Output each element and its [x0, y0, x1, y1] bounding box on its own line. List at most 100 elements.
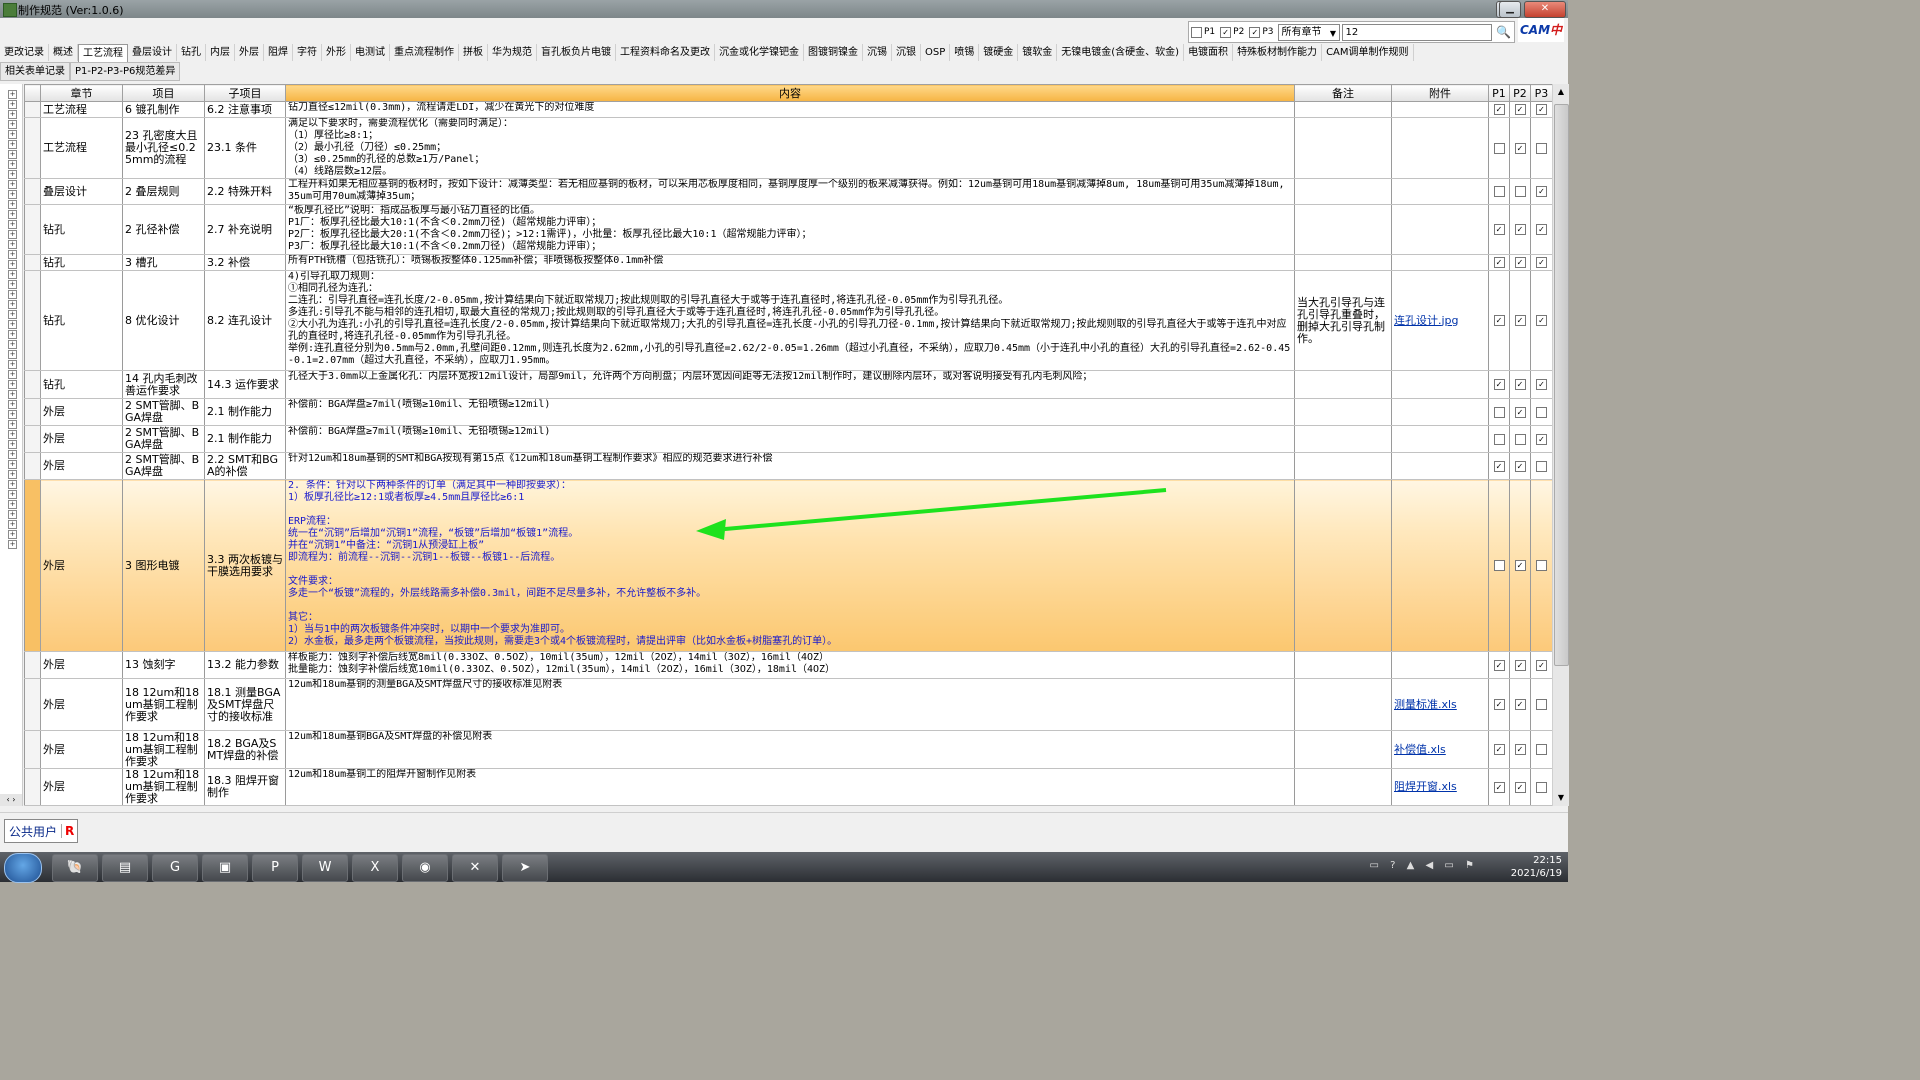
cell-p3[interactable]	[1530, 479, 1552, 652]
cell-p1[interactable]	[1488, 398, 1510, 426]
taskbar-app-word[interactable]: W	[302, 854, 348, 882]
cell-item[interactable]: 18 12um和18um基铜工程制作要求	[122, 730, 205, 769]
cell-p2[interactable]: ✓	[1509, 398, 1531, 426]
cell-remark[interactable]	[1294, 425, 1392, 453]
table-row[interactable]: 工艺流程 6 镀孔制作 6.2 注意事项 钻刀直径≤12mil(0.3mm)，流程请走…	[24, 101, 1552, 118]
taskbar-app-shell[interactable]: 🐚	[52, 854, 98, 882]
table-row[interactable]: 外层 3 图形电镀 3.3 两次板镀与干膜选用要求 2. 条件：针对以下两种条件的订单…	[24, 479, 1552, 652]
cell-attachment[interactable]	[1391, 254, 1489, 271]
expand-icon[interactable]: +	[8, 470, 17, 479]
p2-checkbox[interactable]: ✓	[1514, 142, 1526, 154]
expand-icon[interactable]: +	[8, 350, 17, 359]
row-selector[interactable]	[24, 730, 41, 769]
p2-checkbox[interactable]: ✓	[1220, 26, 1232, 38]
tab-25[interactable]: 电镀面积	[1184, 44, 1234, 61]
table-row[interactable]: 钻孔 14 孔内毛刺改善运作要求 14.3 运作要求 孔径大于3.0mm以上金属化孔：…	[24, 370, 1552, 399]
cell-attachment[interactable]	[1391, 101, 1489, 118]
p3-filter[interactable]: ✓ P3	[1249, 26, 1273, 38]
cell-chapter[interactable]: 叠层设计	[40, 178, 123, 205]
tab-11[interactable]: 重点流程制作	[390, 44, 459, 61]
cell-p1[interactable]	[1488, 425, 1510, 453]
expand-icon[interactable]: +	[8, 500, 17, 509]
table-row[interactable]: 叠层设计 2 叠层规则 2.2 特殊开料 工程开料如果无相应基铜的板材时，按如下设计：…	[24, 178, 1552, 205]
scroll-up-icon[interactable]: ▲	[1553, 84, 1569, 100]
cell-p3[interactable]: ✓	[1530, 270, 1552, 371]
cell-chapter[interactable]: 工艺流程	[40, 117, 123, 179]
tab-2[interactable]: 工艺流程	[78, 44, 128, 63]
cell-chapter[interactable]: 外层	[40, 678, 123, 731]
expand-icon[interactable]: +	[8, 340, 17, 349]
row-selector[interactable]	[24, 178, 41, 205]
cell-attachment[interactable]	[1391, 479, 1489, 652]
p2-checkbox[interactable]: ✓	[1514, 315, 1526, 326]
vertical-scrollbar[interactable]: ▲ ▼	[1552, 84, 1569, 806]
cell-p2[interactable]: ✓	[1509, 452, 1531, 480]
tab-9[interactable]: 外形	[322, 44, 351, 61]
row-selector[interactable]	[24, 270, 41, 371]
cell-p1[interactable]: ✓	[1488, 730, 1510, 769]
column-chapter[interactable]: 章节	[40, 84, 123, 102]
cell-remark[interactable]	[1294, 254, 1392, 271]
p2-checkbox[interactable]: ✓	[1514, 257, 1526, 268]
cell-p3[interactable]	[1530, 678, 1552, 731]
cell-item[interactable]: 2 孔径补偿	[122, 204, 205, 255]
tab-3[interactable]: 叠层设计	[128, 44, 177, 61]
p2-checkbox[interactable]: ✓	[1514, 699, 1526, 710]
cell-p3[interactable]	[1530, 398, 1552, 426]
cell-item[interactable]: 3 槽孔	[122, 254, 205, 271]
expand-icon[interactable]: +	[8, 220, 17, 229]
row-selector[interactable]	[24, 651, 41, 679]
expand-icon[interactable]: +	[8, 160, 17, 169]
cell-p1[interactable]: ✓	[1488, 254, 1510, 271]
p1-checkbox[interactable]: ✓	[1493, 659, 1505, 671]
row-selector[interactable]	[24, 425, 41, 453]
cell-p1[interactable]	[1488, 178, 1510, 205]
cell-p2[interactable]: ✓	[1509, 678, 1531, 731]
cell-remark[interactable]	[1294, 768, 1392, 806]
cell-item[interactable]: 18 12um和18um基铜工程制作要求	[122, 678, 205, 731]
expand-icon[interactable]: +	[8, 200, 17, 209]
cell-subitem[interactable]: 8.2 连孔设计	[204, 270, 286, 371]
cell-subitem[interactable]: 2.1 制作能力	[204, 398, 286, 426]
scroll-down-icon[interactable]: ▼	[1553, 790, 1569, 806]
tab-14[interactable]: 盲孔板负片电镀	[537, 44, 616, 61]
p3-checkbox[interactable]	[1536, 560, 1547, 571]
cell-p1[interactable]: ✓	[1488, 204, 1510, 255]
taskbar-app-excel[interactable]: X	[352, 854, 398, 882]
cell-p2[interactable]: ✓	[1509, 768, 1531, 806]
cell-p2[interactable]: ✓	[1509, 730, 1531, 769]
expand-icon[interactable]: +	[8, 90, 17, 99]
expand-icon[interactable]: +	[8, 150, 17, 159]
cell-content[interactable]: 所有PTH铣槽（包括铣孔）：喷锡板按整体0.125mm补偿；非喷锡板按整体0.1…	[285, 254, 1295, 271]
scroll-arrows[interactable]: ‹ ›	[0, 794, 22, 806]
minimize-icon[interactable]: ▁	[1499, 1, 1521, 18]
p2-checkbox[interactable]	[1514, 433, 1526, 445]
tab-16[interactable]: 沉金或化学镍钯金	[715, 44, 804, 61]
row-selector[interactable]	[24, 678, 41, 731]
p2-checkbox[interactable]: ✓	[1514, 379, 1526, 390]
cell-attachment[interactable]	[1391, 117, 1489, 179]
p3-checkbox[interactable]	[1536, 406, 1547, 418]
cell-content[interactable]: 2. 条件：针对以下两种条件的订单（满足其中一种即按要求）： 1）板厚孔径比≥1…	[285, 479, 1295, 652]
cell-p1[interactable]: ✓	[1488, 270, 1510, 371]
cell-p2[interactable]: ✓	[1509, 479, 1531, 652]
expand-icon[interactable]: +	[8, 140, 17, 149]
expand-icon[interactable]: +	[8, 430, 17, 439]
table-row[interactable]: 外层 2 SMT管脚、BGA焊盘 2.1 制作能力 补偿前：BGA焊盘≥7mil(喷锡…	[24, 425, 1552, 453]
p3-checkbox[interactable]: ✓	[1536, 257, 1547, 268]
tab-26[interactable]: 特殊板材制作能力	[1233, 44, 1323, 61]
table-row[interactable]: 钻孔 8 优化设计 8.2 连孔设计 4)引导孔取刀规则： ①相同孔径为连孔： 二连孔…	[24, 270, 1552, 371]
row-selector[interactable]	[24, 204, 41, 255]
tab-6[interactable]: 外层	[235, 44, 264, 61]
cell-attachment[interactable]	[1391, 398, 1489, 426]
cell-p1[interactable]: ✓	[1488, 101, 1510, 118]
p2-checkbox[interactable]: ✓	[1514, 460, 1526, 472]
attachment-link[interactable]: 补偿值.xls	[1394, 743, 1446, 756]
p2-checkbox[interactable]: ✓	[1514, 781, 1526, 793]
expand-icon[interactable]: +	[8, 190, 17, 199]
tab-23[interactable]: 镀软金	[1018, 44, 1058, 61]
p3-checkbox[interactable]: ✓	[1536, 104, 1547, 115]
attachment-link[interactable]: 阻焊开窗.xls	[1394, 780, 1457, 793]
expand-icon[interactable]: +	[8, 530, 17, 539]
table-row[interactable]: 外层 2 SMT管脚、BGA焊盘 2.1 制作能力 补偿前：BGA焊盘≥7mil(喷锡…	[24, 398, 1552, 426]
